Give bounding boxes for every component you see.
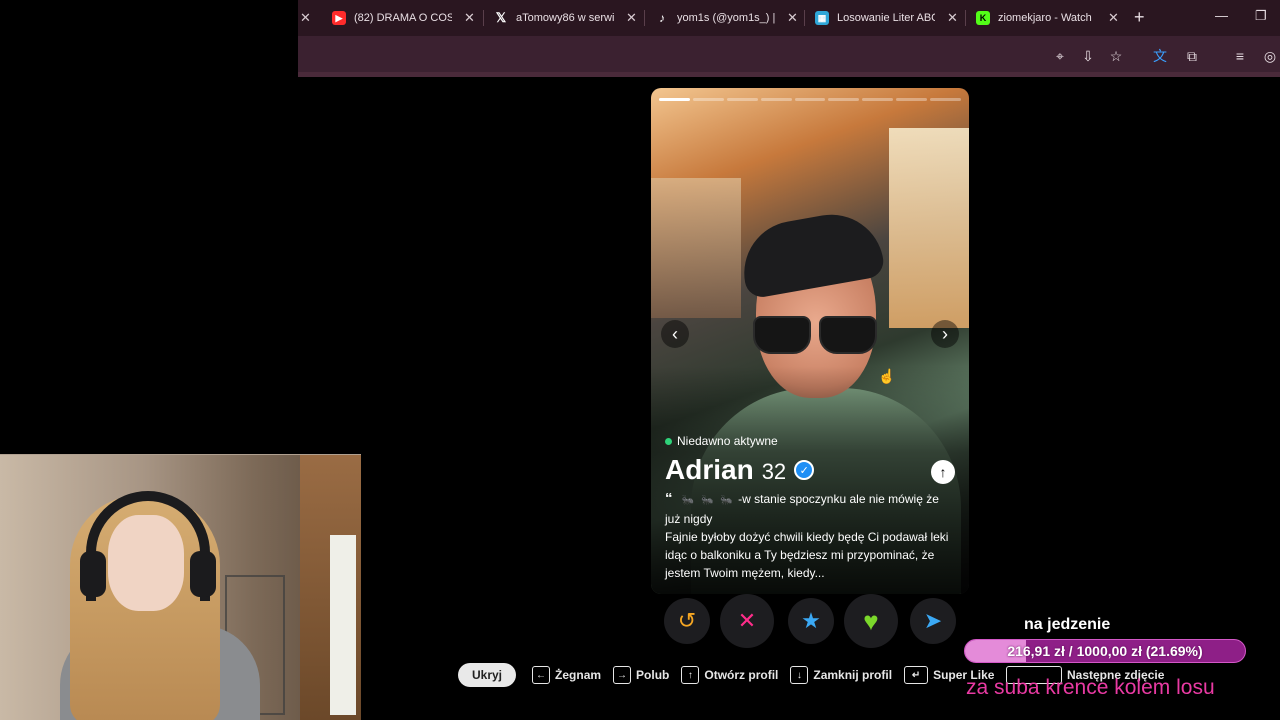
photo-progress-segment bbox=[896, 98, 928, 101]
donation-goal-bar: 216,91 zł / 1000,00 zł (21.69%) bbox=[964, 639, 1246, 663]
previous-photo-button[interactable]: ‹ bbox=[661, 320, 689, 348]
app-icon: ▦ bbox=[815, 11, 829, 25]
x-icon: 𝕏 bbox=[495, 10, 507, 25]
photo-progress-segment bbox=[862, 98, 894, 101]
tab-close-icon[interactable]: ✕ bbox=[300, 6, 311, 30]
verified-badge-icon: ✓ bbox=[794, 460, 815, 480]
shortcut-label: Polub bbox=[636, 668, 670, 682]
photo-progress-segment bbox=[930, 98, 962, 101]
tab-title: yom1s (@yom1s_) | T bbox=[677, 12, 775, 24]
webcam-door bbox=[330, 535, 356, 715]
close-icon[interactable]: ✕ bbox=[1108, 10, 1119, 26]
shortcut-open-profile: ↑ Otwórz profil bbox=[681, 666, 778, 684]
photo-progress-segment bbox=[828, 98, 860, 101]
screen: { "browser": { "tabs": [ {"title": "(82)… bbox=[0, 0, 1280, 720]
keyboard-shortcuts-bar: Ukryj ← Żegnam → Polub ↑ Otwórz profil ↓ Zam… bbox=[458, 662, 1006, 688]
photo-progress-segment bbox=[659, 98, 690, 101]
tab-divider bbox=[804, 10, 805, 26]
location-icon[interactable]: ⌖ bbox=[1050, 46, 1070, 66]
profile-bio: “ 🐜 🐜 🐜 -w stanie spoczynku ale nie mówi… bbox=[665, 490, 957, 582]
bio-emoji: 🐜 🐜 🐜 bbox=[681, 495, 735, 506]
media-controls-icon[interactable]: ≡ bbox=[1230, 46, 1250, 66]
kick-icon: K bbox=[976, 11, 990, 25]
open-profile-button[interactable]: ↑ bbox=[931, 460, 955, 484]
shortcut-close-profile: ↓ Zamknij profil bbox=[790, 666, 892, 684]
shortcut-nope: ← Żegnam bbox=[532, 666, 601, 684]
tab-divider bbox=[965, 10, 966, 26]
profile-heading: Adrian 32 ✓ bbox=[665, 454, 815, 486]
headset-earcup bbox=[190, 551, 216, 597]
hide-shortcuts-button[interactable]: Ukryj bbox=[458, 663, 517, 687]
tab-title: ziomekjaro - Watch bbox=[998, 12, 1092, 24]
tab-tiktok[interactable]: ♪ yom1s (@yom1s_) | T ✕ bbox=[655, 6, 798, 30]
arrow-left-key-icon: ← bbox=[532, 666, 551, 684]
install-app-icon[interactable]: ⇩ bbox=[1078, 46, 1098, 66]
minimize-icon[interactable]: — bbox=[1215, 8, 1228, 23]
close-icon[interactable]: ✕ bbox=[787, 10, 798, 26]
quote-icon: “ bbox=[665, 490, 673, 507]
photo-progress-segment bbox=[760, 98, 792, 101]
stream-ticker: za suba krence kolem losu bbox=[966, 676, 1215, 699]
bookmark-star-icon[interactable]: ☆ bbox=[1106, 46, 1126, 66]
extensions-puzzle-icon[interactable]: ⧉ bbox=[1182, 46, 1202, 66]
tab-youtube[interactable]: ▶ (82) DRAMA O COSP ✕ bbox=[332, 6, 475, 30]
photo-progress-segment bbox=[692, 98, 724, 101]
online-dot-icon bbox=[665, 437, 672, 445]
shortcut-label: Zamknij profil bbox=[813, 668, 893, 682]
activity-status: Niedawno aktywne bbox=[665, 434, 778, 448]
shortcut-like: → Polub bbox=[613, 666, 669, 684]
heart-icon: ♥ bbox=[863, 605, 879, 636]
tab-x[interactable]: 𝕏 aTomowy86 w serwis ✕ bbox=[494, 6, 637, 30]
headset-earcup bbox=[80, 551, 106, 597]
goal-title: na jedzenie bbox=[1024, 616, 1111, 633]
youtube-icon: ▶ bbox=[332, 11, 346, 25]
rewind-button[interactable]: ↺ bbox=[664, 598, 710, 644]
shortcut-label: Żegnam bbox=[555, 668, 602, 682]
tab-title: Losowanie Liter ABC bbox=[837, 12, 935, 24]
profile-icon[interactable]: ◎ bbox=[1260, 46, 1280, 66]
profile-card[interactable]: ‹ › Niedawno aktywne Adrian 32 ✓ ↑ “ 🐜 🐜… bbox=[651, 88, 969, 594]
action-buttons: ↺ ✕ ★ ♥ ➤ bbox=[664, 594, 956, 648]
address-bar[interactable] bbox=[298, 40, 1038, 72]
shortcut-label: Otwórz profil bbox=[704, 668, 779, 682]
goal-progress-text: 216,91 zł / 1000,00 zł (21.69%) bbox=[1007, 643, 1203, 659]
tiktok-icon: ♪ bbox=[659, 11, 665, 25]
webcam-overlay bbox=[0, 454, 361, 720]
close-icon[interactable]: ✕ bbox=[464, 10, 475, 26]
close-icon: ✕ bbox=[737, 608, 757, 633]
photo-progress-segment bbox=[726, 98, 758, 101]
star-icon: ★ bbox=[801, 608, 821, 633]
super-like-button[interactable]: ★ bbox=[788, 598, 834, 644]
profile-name: Adrian bbox=[665, 454, 754, 485]
browser-toolbar bbox=[298, 36, 1280, 76]
tab-divider bbox=[644, 10, 645, 26]
hand-cursor-icon: ☝ bbox=[878, 368, 896, 384]
restore-icon[interactable]: ❐ bbox=[1255, 8, 1267, 24]
photo-progress-segment bbox=[794, 98, 826, 101]
like-button[interactable]: ♥ bbox=[844, 594, 898, 648]
arrow-down-key-icon: ↓ bbox=[790, 666, 809, 684]
boost-button[interactable]: ➤ bbox=[910, 598, 956, 644]
enter-key-icon: ↵ bbox=[904, 666, 929, 684]
translate-extension-icon[interactable]: 文 bbox=[1150, 46, 1170, 66]
tab-title: aTomowy86 w serwis bbox=[516, 12, 614, 24]
tab-divider bbox=[483, 10, 484, 26]
new-tab-button[interactable]: + bbox=[1134, 7, 1145, 28]
arrow-right-key-icon: → bbox=[613, 666, 632, 684]
close-icon[interactable]: ✕ bbox=[626, 10, 637, 26]
tab-losowanie[interactable]: ▦ Losowanie Liter ABC ✕ bbox=[815, 6, 958, 30]
next-photo-button[interactable]: › bbox=[931, 320, 959, 348]
bio-line: Fajnie byłoby dożyć chwili kiedy będę Ci… bbox=[665, 530, 949, 580]
rewind-icon: ↺ bbox=[677, 608, 697, 633]
photo-progress-bar bbox=[659, 98, 962, 101]
close-icon[interactable]: ✕ bbox=[947, 10, 958, 26]
arrow-up-key-icon: ↑ bbox=[681, 666, 700, 684]
nope-button[interactable]: ✕ bbox=[720, 594, 774, 648]
profile-age: 32 bbox=[761, 459, 787, 484]
activity-label: Niedawno aktywne bbox=[677, 434, 778, 448]
tab-title: (82) DRAMA O COSP bbox=[354, 12, 452, 24]
send-icon: ➤ bbox=[923, 608, 943, 633]
tab-kick[interactable]: K ziomekjaro - Watch ✕ bbox=[976, 6, 1119, 30]
